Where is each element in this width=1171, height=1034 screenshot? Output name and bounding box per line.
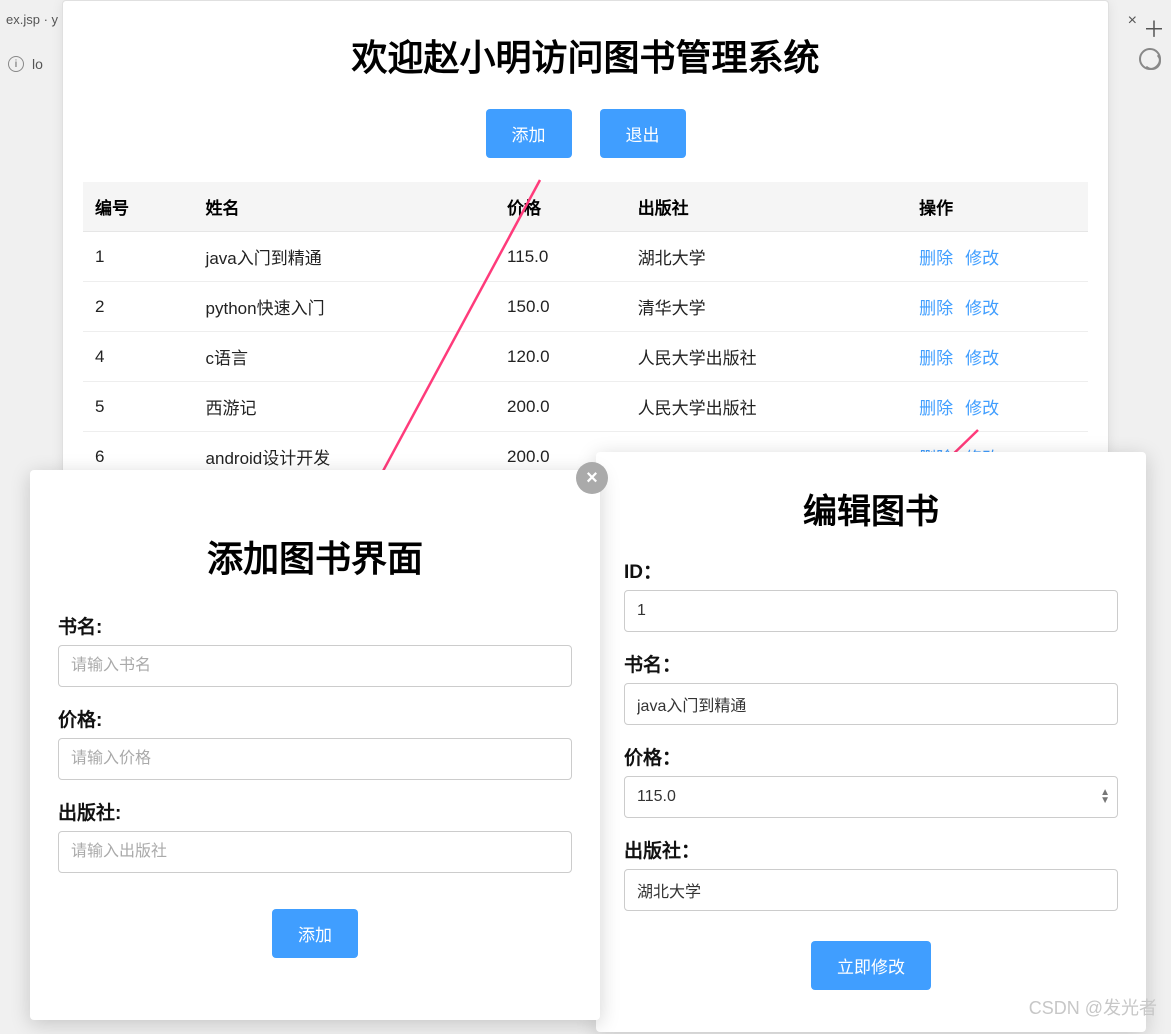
- input-edit-price[interactable]: [624, 776, 1118, 818]
- cell-id: 2: [83, 282, 194, 332]
- cell-actions: 删除修改: [907, 332, 1088, 382]
- exit-button[interactable]: 退出: [600, 109, 686, 158]
- edit-submit-button[interactable]: 立即修改: [811, 941, 931, 990]
- label-book-name: 书名:: [58, 612, 572, 639]
- cell-price: 200.0: [495, 382, 626, 432]
- table-row: 1java入门到精通115.0湖北大学删除修改: [83, 232, 1088, 282]
- input-edit-publisher[interactable]: [624, 869, 1118, 911]
- close-icon[interactable]: ×: [576, 462, 608, 494]
- book-table: 编号 姓名 价格 出版社 操作 1java入门到精通115.0湖北大学删除修改2…: [83, 182, 1088, 482]
- cell-publisher: 人民大学出版社: [626, 332, 907, 382]
- table-row: 5西游记200.0人民大学出版社删除修改: [83, 382, 1088, 432]
- input-id[interactable]: [624, 590, 1118, 632]
- new-tab-icon[interactable]: ＋: [1143, 12, 1165, 44]
- modify-link[interactable]: 修改: [965, 399, 999, 418]
- th-id: 编号: [83, 182, 194, 232]
- table-row: 2python快速入门150.0清华大学删除修改: [83, 282, 1088, 332]
- cell-id: 4: [83, 332, 194, 382]
- cell-name: java入门到精通: [194, 232, 496, 282]
- input-edit-name[interactable]: [624, 683, 1118, 725]
- cell-publisher: 人民大学出版社: [626, 382, 907, 432]
- delete-link[interactable]: 删除: [919, 399, 953, 418]
- edit-dialog-title: 编辑图书: [624, 484, 1118, 533]
- label-edit-name: 书名：: [624, 650, 1118, 677]
- add-submit-button[interactable]: 添加: [272, 909, 358, 958]
- cell-name: c语言: [194, 332, 496, 382]
- delete-link[interactable]: 删除: [919, 299, 953, 318]
- label-publisher: 出版社:: [58, 798, 572, 825]
- th-price: 价格: [495, 182, 626, 232]
- site-info-icon[interactable]: i: [8, 56, 24, 72]
- add-dialog-title: 添加图书界面: [58, 530, 572, 582]
- tab-close-icon[interactable]: ×: [1128, 12, 1137, 30]
- label-edit-publisher: 出版社：: [624, 836, 1118, 863]
- modify-link[interactable]: 修改: [965, 349, 999, 368]
- th-publisher: 出版社: [626, 182, 907, 232]
- modify-link[interactable]: 修改: [965, 299, 999, 318]
- cell-name: 西游记: [194, 382, 496, 432]
- add-book-dialog: × 添加图书界面 书名: 价格: 出版社: 添加: [30, 470, 600, 1020]
- input-publisher[interactable]: [58, 831, 572, 873]
- delete-link[interactable]: 删除: [919, 249, 953, 268]
- cell-id: 1: [83, 232, 194, 282]
- edit-book-dialog: 编辑图书 ID： 书名： 价格： ▲▼ 出版社： 立即修改: [596, 452, 1146, 1032]
- modify-link[interactable]: 修改: [965, 249, 999, 268]
- number-stepper-icon[interactable]: ▲▼: [1100, 789, 1110, 805]
- cell-publisher: 湖北大学: [626, 232, 907, 282]
- th-actions: 操作: [907, 182, 1088, 232]
- cell-price: 150.0: [495, 282, 626, 332]
- add-button[interactable]: 添加: [486, 109, 572, 158]
- delete-link[interactable]: 删除: [919, 349, 953, 368]
- th-name: 姓名: [194, 182, 496, 232]
- cell-id: 5: [83, 382, 194, 432]
- cell-actions: 删除修改: [907, 382, 1088, 432]
- label-id: ID：: [624, 557, 1118, 584]
- cell-publisher: 清华大学: [626, 282, 907, 332]
- label-price: 价格:: [58, 705, 572, 732]
- cell-name: python快速入门: [194, 282, 496, 332]
- browser-tab[interactable]: ex.jsp · y: [0, 12, 64, 27]
- cell-price: 115.0: [495, 232, 626, 282]
- cell-actions: 删除修改: [907, 282, 1088, 332]
- page-title: 欢迎赵小明访问图书管理系统: [63, 29, 1108, 81]
- input-price[interactable]: [58, 738, 572, 780]
- label-edit-price: 价格：: [624, 743, 1118, 770]
- input-book-name[interactable]: [58, 645, 572, 687]
- tab-title: ex.jsp · y: [6, 12, 58, 27]
- url-text: lo: [32, 56, 43, 72]
- cell-price: 120.0: [495, 332, 626, 382]
- edge-browser-icon[interactable]: [1139, 48, 1161, 70]
- table-row: 4c语言120.0人民大学出版社删除修改: [83, 332, 1088, 382]
- main-action-bar: 添加 退出: [63, 109, 1108, 158]
- cell-actions: 删除修改: [907, 232, 1088, 282]
